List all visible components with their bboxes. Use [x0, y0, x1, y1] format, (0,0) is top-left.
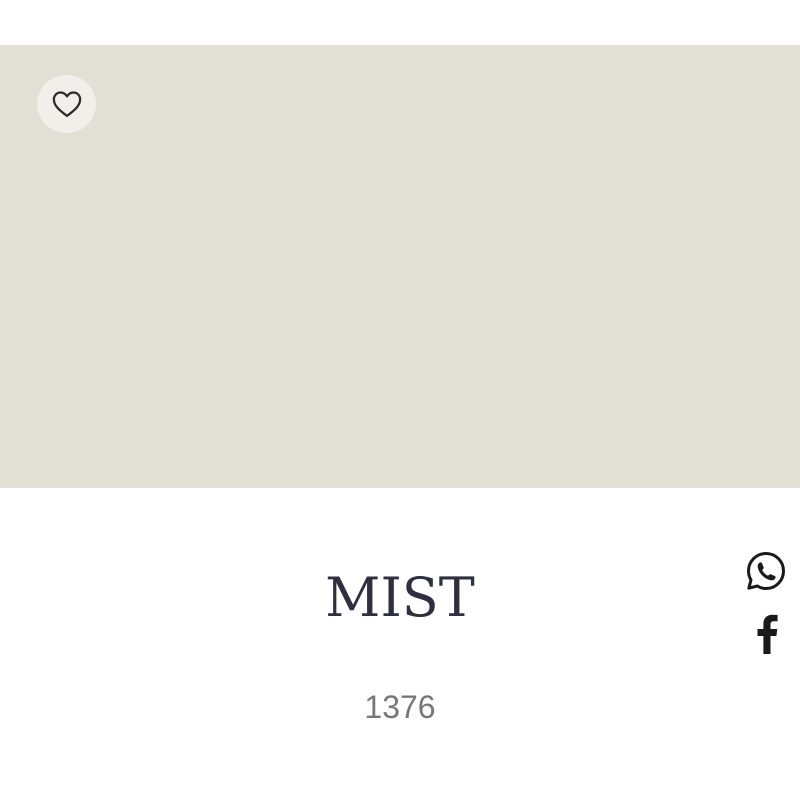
favorite-button[interactable] — [37, 75, 96, 133]
heart-icon — [52, 90, 82, 118]
color-swatch — [0, 45, 800, 488]
facebook-icon — [752, 612, 782, 654]
color-code: 1376 — [364, 689, 436, 725]
color-name: MIST — [325, 566, 475, 629]
whatsapp-icon — [745, 550, 787, 592]
share-whatsapp-button[interactable] — [745, 550, 787, 592]
color-product-card: MIST 1376 — [0, 0, 800, 800]
share-facebook-button[interactable] — [752, 612, 782, 654]
